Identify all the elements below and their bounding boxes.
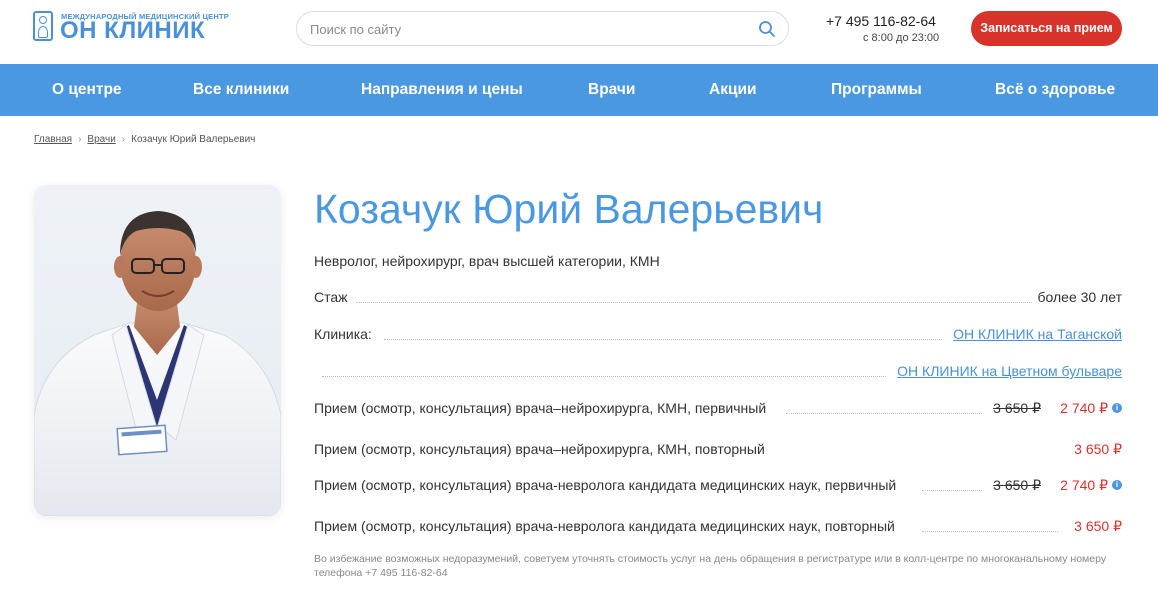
logo-icon [33,11,53,41]
service-row: Прием (осмотр, консультация) врача-невро… [314,477,1122,495]
dotted-leader [786,413,982,414]
service-name: Прием (осмотр, консультация) врача-невро… [314,518,895,534]
service-row: Прием (осмотр, консультация) врача–нейро… [314,441,1122,459]
service-row: Прием (осмотр, консультация) врача–нейро… [314,400,1122,418]
working-hours: с 8:00 до 23:00 [863,32,940,44]
service-name: Прием (осмотр, консультация) врача-невро… [314,477,897,493]
dotted-leader [322,376,886,377]
phone-number[interactable]: +7 495 116-82-64 [826,13,936,29]
nav-item-programs[interactable]: Программы [831,64,922,116]
breadcrumb: Главная › Врачи › Козачук Юрий Валерьевич [34,134,255,145]
search-input[interactable] [310,20,730,38]
breadcrumb-separator: › [78,134,82,145]
clinic-label: Клиника: [314,326,372,342]
doctor-name: Козачук Юрий Валерьевич [314,186,824,232]
old-price: 3 650 ₽ [993,477,1041,493]
price-disclaimer: Во избежание возможных недоразумений, со… [314,553,1107,579]
dotted-leader [384,339,942,340]
old-price: 3 650 ₽ [993,400,1041,416]
search-box [296,11,789,46]
clinic-link-tsvetnoy[interactable]: ОН КЛИНИК на Цветном бульваре [897,363,1122,379]
logo[interactable]: МЕЖДУНАРОДНЫЙ МЕДИЦИНСКИЙ ЦЕНТР ОН КЛИНИ… [33,11,243,45]
nav-item-doctors[interactable]: Врачи [588,64,635,116]
book-appointment-button[interactable]: Записаться на прием [971,11,1122,46]
nav-item-promotions[interactable]: Акции [709,64,757,116]
service-name: Прием (осмотр, консультация) врача–нейро… [314,400,767,416]
experience-label: Стаж [314,289,348,305]
nav-item-about[interactable]: О центре [52,64,122,116]
doctor-photo [34,185,281,516]
price: 2 740 ₽ [1060,477,1108,493]
price: 2 740 ₽ [1060,400,1108,416]
clinic-row: Клиника: ОН КЛИНИК на Таганской [314,326,1122,344]
dotted-leader [922,490,982,491]
clinic-row: ОН КЛИНИК на Цветном бульваре [314,363,1122,381]
logo-title: ОН КЛИНИК [60,17,206,44]
doctor-portrait [34,211,281,516]
experience-value: более 30 лет [1037,289,1123,305]
nav-item-clinics[interactable]: Все клиники [193,64,289,116]
site-header: МЕЖДУНАРОДНЫЙ МЕДИЦИНСКИЙ ЦЕНТР ОН КЛИНИ… [0,0,1158,64]
price: 3 650 ₽ [1074,441,1122,457]
info-icon[interactable]: i [1112,480,1122,490]
doctor-specialty: Невролог, нейрохирург, врач высшей катег… [314,253,660,269]
breadcrumb-home[interactable]: Главная [34,134,72,145]
price: 3 650 ₽ [1074,518,1122,534]
service-name: Прием (осмотр, консультация) врача–нейро… [314,441,765,457]
nav-item-health[interactable]: Всё о здоровье [995,64,1115,116]
dotted-leader [356,302,1032,303]
main-nav: О центре Все клиники Направления и цены … [0,64,1158,116]
service-row: Прием (осмотр, консультация) врача-невро… [314,518,1122,536]
dotted-leader [922,531,1058,532]
breadcrumb-current: Козачук Юрий Валерьевич [131,134,256,145]
experience-row: Стаж более 30 лет [314,289,1122,307]
breadcrumb-doctors[interactable]: Врачи [87,134,115,145]
search-icon[interactable] [758,20,776,38]
breadcrumb-separator: › [121,134,126,145]
info-icon[interactable]: i [1112,403,1122,413]
nav-item-directions[interactable]: Направления и цены [361,64,523,116]
clinic-link-taganskaya[interactable]: ОН КЛИНИК на Таганской [953,326,1122,342]
